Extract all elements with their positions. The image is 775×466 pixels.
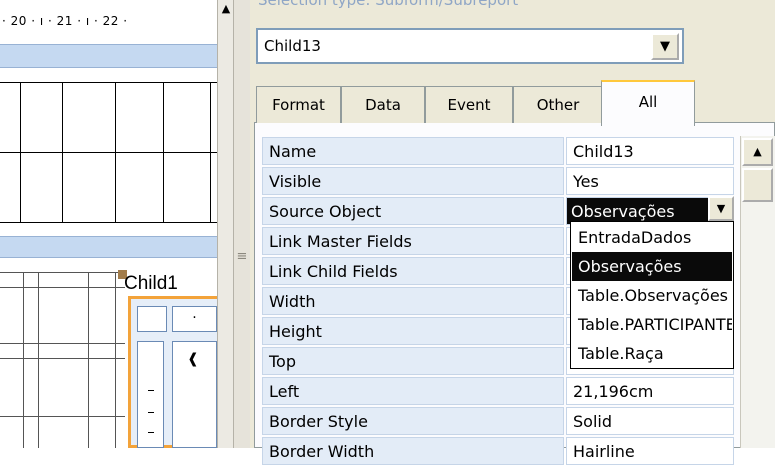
property-name: Link Child Fields — [262, 257, 564, 285]
property-name: Source Object — [262, 197, 564, 225]
dropdown-option[interactable]: EntradaDados — [572, 223, 732, 252]
splitter-grip-icon[interactable]: ≡ — [234, 242, 250, 272]
subform-label[interactable]: Child1 — [124, 272, 217, 296]
selection-type-label: Selection type: Subform/Subreport — [258, 0, 519, 9]
tab-format[interactable]: Format — [256, 86, 341, 123]
tab-event[interactable]: Event — [425, 86, 513, 123]
property-name: Border Width — [262, 437, 564, 465]
section-band-top[interactable] — [0, 44, 217, 68]
tab-all[interactable]: All — [601, 80, 695, 126]
scroll-up-arrow-icon[interactable]: ▲ — [742, 138, 773, 166]
property-value[interactable]: Solid — [566, 407, 734, 435]
property-name: Link Master Fields — [262, 227, 564, 255]
property-row-border-width[interactable]: Border Width Hairline — [260, 436, 738, 466]
property-row-left[interactable]: Left 21,196cm — [260, 376, 738, 406]
scroll-up-arrow-icon[interactable]: ▲ — [219, 0, 233, 16]
property-row-border-style[interactable]: Border Style Solid — [260, 406, 738, 436]
property-name: Height — [262, 317, 564, 345]
scrollbar-thumb[interactable] — [742, 168, 773, 202]
pointer-arrow-icon: ❰ — [187, 351, 199, 367]
property-name: Width — [262, 287, 564, 315]
design-grid — [0, 68, 217, 236]
property-name: Top — [262, 347, 564, 375]
subform-vertical-ruler — [137, 341, 164, 448]
horizontal-ruler: · 20 · ı · 21 · ı · 22 · — [0, 8, 217, 34]
property-name: Visible — [262, 167, 564, 195]
property-value[interactable]: Hairline — [566, 437, 734, 465]
dropdown-option[interactable]: Table.Observações — [572, 281, 732, 310]
property-row-name[interactable]: Name Child13 — [260, 136, 738, 166]
object-selector-dropdown-icon[interactable]: ▼ — [651, 33, 679, 60]
property-value[interactable]: Child13 — [566, 137, 734, 165]
property-value[interactable]: 21,196cm — [566, 377, 734, 405]
dropdown-option-selected[interactable]: Observações — [572, 252, 732, 281]
tab-data[interactable]: Data — [341, 86, 425, 123]
dropdown-option[interactable]: Table.PARTICIPANTES — [572, 310, 732, 339]
property-name: Name — [262, 137, 564, 165]
property-name: Left — [262, 377, 564, 405]
form-selector-box[interactable] — [137, 306, 167, 332]
tab-other[interactable]: Other — [513, 86, 603, 123]
subform-ruler-box: · — [172, 306, 217, 332]
property-value[interactable]: Yes — [566, 167, 734, 195]
design-vertical-scrollbar[interactable] — [217, 0, 234, 448]
source-object-dropdown-icon[interactable]: ▼ — [708, 196, 734, 221]
pane-splitter[interactable] — [234, 0, 250, 448]
design-surface[interactable]: · 20 · ı · 21 · ı · 22 · Child1 · ❰ — [0, 0, 217, 448]
property-name: Border Style — [262, 407, 564, 435]
dropdown-option[interactable]: Table.Raça — [572, 339, 732, 368]
object-selector-value[interactable]: Child13 — [264, 34, 564, 58]
section-band-detail[interactable] — [0, 236, 217, 258]
property-row-visible[interactable]: Visible Yes — [260, 166, 738, 196]
